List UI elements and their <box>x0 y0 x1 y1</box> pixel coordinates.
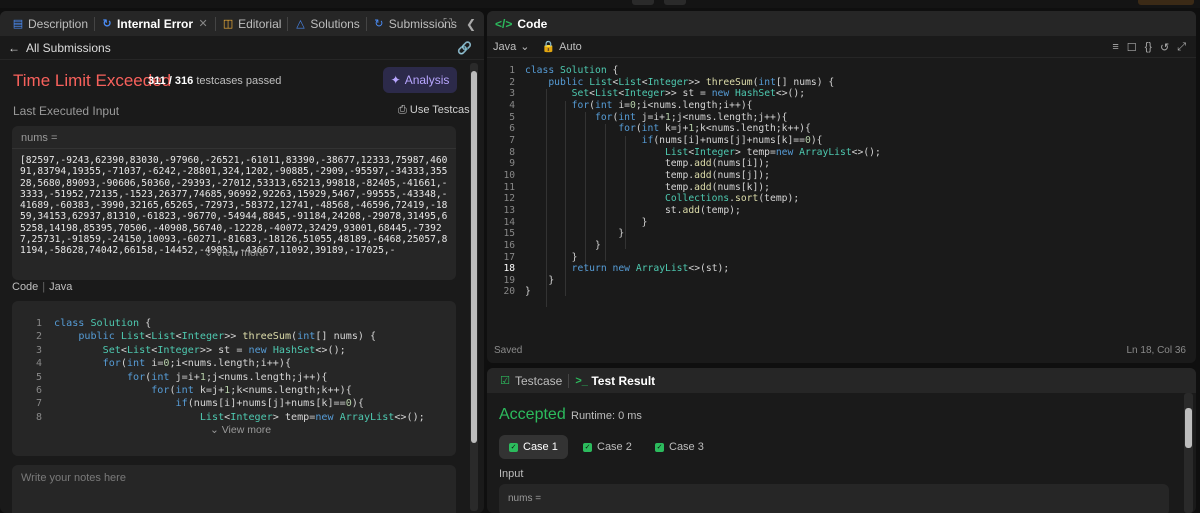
reset-icon[interactable]: ↺ <box>1160 41 1169 54</box>
result-scroll-thumb[interactable] <box>1185 408 1192 448</box>
tab-test-result-label: Test Result <box>591 373 656 388</box>
nav-chip[interactable] <box>664 0 686 5</box>
divider <box>12 148 456 149</box>
clipboard-icon: ⎙ <box>398 104 407 116</box>
book-icon: ◫ <box>222 17 234 30</box>
code-header-sep: | <box>42 281 46 293</box>
use-testcase-button[interactable]: ⎙ Use Testcase <box>398 104 476 117</box>
chevron-down-icon: ⌄ <box>210 424 219 436</box>
tab-testcase[interactable]: ☑ Testcase <box>493 368 568 393</box>
bookmark-icon[interactable]: ☐ <box>1127 41 1137 54</box>
terminal-icon: >_ <box>575 374 588 387</box>
tab-internal-error[interactable]: ↻ Internal Error ✕ <box>95 11 215 36</box>
case-label: Case 2 <box>597 441 632 453</box>
top-navbar-strip <box>0 0 1200 8</box>
check-icon: ✓ <box>583 442 592 452</box>
cursor-position: Ln 18, Col 36 <box>1126 345 1187 356</box>
code-icon: </> <box>495 16 513 31</box>
tab-description[interactable]: ▤ Description <box>6 11 94 36</box>
input-var: nums = <box>508 493 542 504</box>
case-tab-3[interactable]: ✓ Case 3 <box>645 435 714 459</box>
accepted-status: Accepted <box>499 406 566 423</box>
chevron-down-icon[interactable]: ⌄ <box>520 40 529 53</box>
case-label: Case 3 <box>669 441 704 453</box>
history-icon: ↻ <box>374 17 384 30</box>
checkbox-icon: ☑ <box>500 374 510 387</box>
chevron-down-icon: ⌄ <box>204 247 213 259</box>
testcase-count: 311 / 316 testcases passed <box>148 75 281 87</box>
link-icon[interactable]: 🔗 <box>457 41 472 55</box>
tab-solutions[interactable]: △ Solutions <box>288 11 365 36</box>
code-view-more[interactable]: ⌄ View more <box>210 424 271 436</box>
code-language: Java <box>49 281 73 293</box>
left-tab-actions: ⛶ ❮ <box>444 11 476 36</box>
analysis-label: Analysis <box>404 73 450 87</box>
mode-select[interactable]: Auto <box>559 41 582 53</box>
editor-line-numbers: 1 2 3 4 5 6 7 8 9 10 11 12 13 14 15 16 17 18 19 20 <box>503 65 515 298</box>
input-label: Input <box>499 468 524 480</box>
code-editor-panel: </> Code Java ⌄ 🔒 Auto ≡ ☐ {} ↺ ⤢ 123456… <box>487 11 1196 363</box>
tab-internal-error-label: Internal Error <box>117 16 194 31</box>
input-view-more[interactable]: ⌄ View more <box>204 247 265 259</box>
sparkle-icon: ✦ <box>390 73 401 87</box>
passed-label: testcases passed <box>196 75 282 87</box>
notes-area[interactable]: Write your notes here <box>12 465 456 513</box>
total-count: / 316 <box>168 75 194 87</box>
case-tab-1[interactable]: ✓ Case 1 <box>499 435 568 459</box>
check-icon: ✓ <box>509 442 518 452</box>
tab-testcase-label: Testcase <box>515 373 563 388</box>
result-tab-bar: ☑ Testcase >_ Test Result <box>487 368 1196 393</box>
left-panel: ▤ Description ↻ Internal Error ✕ ◫ Edito… <box>0 11 484 513</box>
fullscreen-icon[interactable]: ⤢ <box>1177 41 1186 54</box>
save-status: Saved <box>494 345 523 356</box>
view-more-label: View more <box>221 424 272 436</box>
submitted-code: class Solution { public List<List<Intege… <box>54 318 425 423</box>
input-var-name: nums = <box>21 132 58 144</box>
check-icon: ✓ <box>655 442 664 452</box>
close-icon[interactable]: ✕ <box>197 18 209 30</box>
back-arrow-icon[interactable]: ← <box>8 41 20 55</box>
editor-header: </> Code <box>487 11 1196 36</box>
tab-description-label: Description <box>28 16 89 31</box>
braces-icon[interactable]: {} <box>1145 41 1152 54</box>
notes-placeholder: Write your notes here <box>21 472 126 484</box>
lock-icon: 🔒 <box>541 41 556 53</box>
app-root: ▤ Description ↻ Internal Error ✕ ◫ Edito… <box>0 0 1200 513</box>
last-input-label: Last Executed Input <box>13 104 120 118</box>
use-testcase-label: Use Testcase <box>409 104 476 116</box>
submission-subheader: ← All Submissions 🔗 <box>0 36 484 60</box>
language-select[interactable]: Java <box>493 41 516 53</box>
analysis-button[interactable]: ✦ Analysis <box>383 67 457 93</box>
document-icon: ▤ <box>12 17 24 30</box>
test-result-panel: ☑ Testcase >_ Test Result Accepted Runti… <box>487 368 1196 513</box>
editor-code[interactable]: class Solution { public List<List<Intege… <box>525 65 881 298</box>
tab-editorial[interactable]: ◫ Editorial <box>216 11 287 36</box>
nav-chip[interactable] <box>632 0 654 5</box>
passed-count: 311 <box>148 75 166 87</box>
flask-icon: △ <box>296 17 305 30</box>
collapse-left-icon[interactable]: ❮ <box>466 17 476 31</box>
case-label: Case 1 <box>523 441 558 453</box>
case-tab-2[interactable]: ✓ Case 2 <box>573 435 642 459</box>
runtime-text: Runtime: 0 ms <box>571 410 642 422</box>
format-icon[interactable]: ≡ <box>1112 41 1118 54</box>
tab-editorial-label: Editorial <box>238 16 282 31</box>
editor-toolbar: Java ⌄ 🔒 Auto <box>487 36 1196 58</box>
tab-test-result[interactable]: >_ Test Result <box>569 368 661 393</box>
left-scroll-thumb[interactable] <box>471 71 477 443</box>
code-header: Code | Java <box>12 281 72 293</box>
editor-tools: ≡ ☐ {} ↺ ⤢ <box>1112 41 1186 54</box>
view-more-label: View more <box>215 247 266 259</box>
tab-solutions-label: Solutions <box>310 16 360 31</box>
history-icon: ↻ <box>102 17 112 30</box>
left-tab-bar: ▤ Description ↻ Internal Error ✕ ◫ Edito… <box>0 11 484 36</box>
input-value: [82597,-9243,62390,83030,-97960,-26521,-… <box>20 155 448 257</box>
editor-title: Code <box>517 16 548 31</box>
line-numbers: 12345678 <box>35 318 42 423</box>
input-box: nums = <box>499 484 1169 513</box>
premium-chip[interactable] <box>1138 0 1194 5</box>
expand-icon[interactable]: ⛶ <box>444 16 452 31</box>
all-submissions-link[interactable]: All Submissions <box>26 41 111 55</box>
code-label: Code <box>12 281 39 293</box>
